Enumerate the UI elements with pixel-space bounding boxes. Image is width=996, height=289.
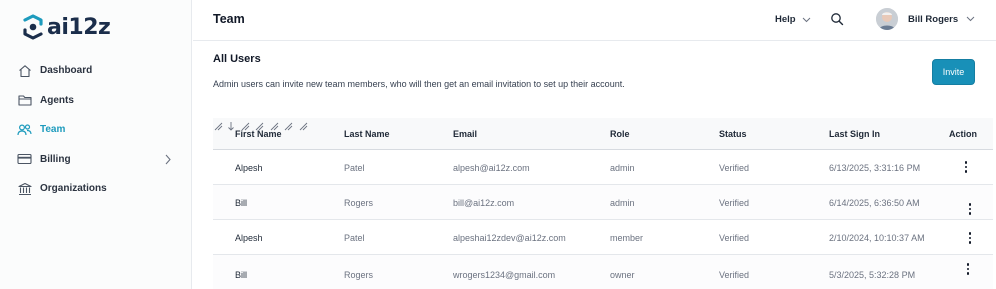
cell-last-sign-in: 5/3/2025, 5:32:28 PM [829,269,916,280]
column-header-label: Email [453,129,478,139]
bank-icon [17,181,32,196]
user-name: Bill Rogers [908,13,959,25]
cell-email: bill@ai12z.com [453,197,515,208]
sidebar-item-agents[interactable]: Agents [0,86,192,116]
avatar [876,8,898,30]
users-table: First Name Last Name Email Role Status L… [213,118,993,289]
column-header-label: Status [719,129,747,139]
invite-button[interactable]: Invite [932,59,975,85]
cell-last-name: Rogers [344,197,374,208]
chevron-down-icon [966,16,975,22]
table-row: Bill Rogers bill@ai12z.com admin Verifie… [213,185,993,220]
cell-last-name: Patel [344,232,365,243]
sidebar-item-label: Organizations [40,183,107,195]
help-label: Help [775,14,796,25]
row-actions-menu-icon[interactable] [964,231,976,245]
column-header-status[interactable]: Status [719,118,747,150]
main-content: All Users Admin users can invite new tea… [193,42,996,289]
cell-status: Verified [719,269,750,280]
table-body: Alpesh Patel alpesh@ai12z.com admin Veri… [213,150,993,289]
table-row: Alpesh Patel alpeshai12zdev@ai12z.com me… [213,220,993,255]
table-row: Alpesh Patel alpesh@ai12z.com admin Veri… [213,150,993,185]
cell-last-name: Rogers [344,269,374,280]
column-header-email[interactable]: Email [453,118,477,150]
credit-card-icon [17,152,32,167]
cell-role: member [610,232,644,243]
cell-email: wrogers1234@gmail.com [453,269,556,280]
chevron-right-icon [165,154,171,164]
top-header: Team Help Bill Rogers [193,0,996,41]
table-row: Bill Rogers wrogers1234@gmail.com owner … [213,255,993,289]
sidebar-item-organizations[interactable]: Organizations [0,174,192,204]
column-header-last-sign-in[interactable]: Last Sign In [829,118,880,150]
column-header-action: Action [949,118,977,150]
cell-first-name: Alpesh [235,162,263,173]
cell-role: admin [610,162,635,173]
sidebar-item-dashboard[interactable]: Dashboard [0,56,192,86]
cell-last-sign-in: 6/13/2025, 3:31:16 PM [829,162,921,173]
column-resize-icon[interactable] [213,121,223,131]
column-resize-icon[interactable] [283,121,293,131]
row-actions-menu-icon[interactable] [964,202,976,216]
cell-role: admin [610,197,635,208]
sidebar-item-billing[interactable]: Billing [0,145,192,175]
page-title: Team [213,12,245,26]
column-header-last-name[interactable]: Last Name [344,118,390,150]
section-description: Admin users can invite new team members,… [213,79,625,89]
app-logo[interactable]: ai12z [21,14,111,40]
brand-name: ai12z [47,14,111,40]
section-title: All Users [213,53,261,65]
cell-status: Verified [719,197,750,208]
cell-role: owner [610,269,635,280]
home-icon [17,63,32,78]
sidebar: ai12z Dashboard Agents Team Billing Orga… [0,0,192,289]
cell-first-name: Bill [235,269,248,280]
sidebar-item-label: Agents [40,94,74,106]
sidebar-item-label: Dashboard [40,65,93,77]
row-actions-menu-icon[interactable] [960,160,972,174]
cell-email: alpesh@ai12z.com [453,162,530,173]
search-icon[interactable] [830,12,844,26]
column-resize-icon[interactable] [298,121,308,131]
sidebar-item-label: Billing [40,153,71,165]
folder-icon [17,93,32,108]
table-header: First Name Last Name Email Role Status L… [213,118,993,150]
cell-status: Verified [719,162,750,173]
column-header-label: Last Name [344,129,390,139]
sidebar-nav: Dashboard Agents Team Billing Organizati… [0,56,192,204]
cell-status: Verified [719,232,750,243]
cell-email: alpeshai12zdev@ai12z.com [453,232,566,243]
column-header-role[interactable]: Role [610,118,630,150]
users-icon [17,122,32,137]
help-menu-button[interactable]: Help [775,14,811,25]
cell-first-name: Alpesh [235,232,263,243]
column-header-label: Action [949,129,977,139]
sidebar-item-label: Team [40,124,66,136]
column-header-label: First Name [235,129,282,139]
sidebar-item-team[interactable]: Team [0,115,192,145]
row-actions-menu-icon[interactable] [962,262,974,276]
column-header-first-name[interactable]: First Name [235,118,282,150]
chevron-down-icon [802,17,810,22]
cell-last-sign-in: 6/14/2025, 6:36:50 AM [829,197,920,208]
cell-last-name: Patel [344,162,365,173]
user-menu[interactable]: Bill Rogers [876,8,975,30]
column-header-label: Role [610,129,630,139]
column-header-label: Last Sign In [829,129,881,139]
cell-first-name: Bill [235,197,248,208]
cell-last-sign-in: 2/10/2024, 10:10:37 AM [829,232,925,243]
ai12z-logo-icon [23,14,43,40]
